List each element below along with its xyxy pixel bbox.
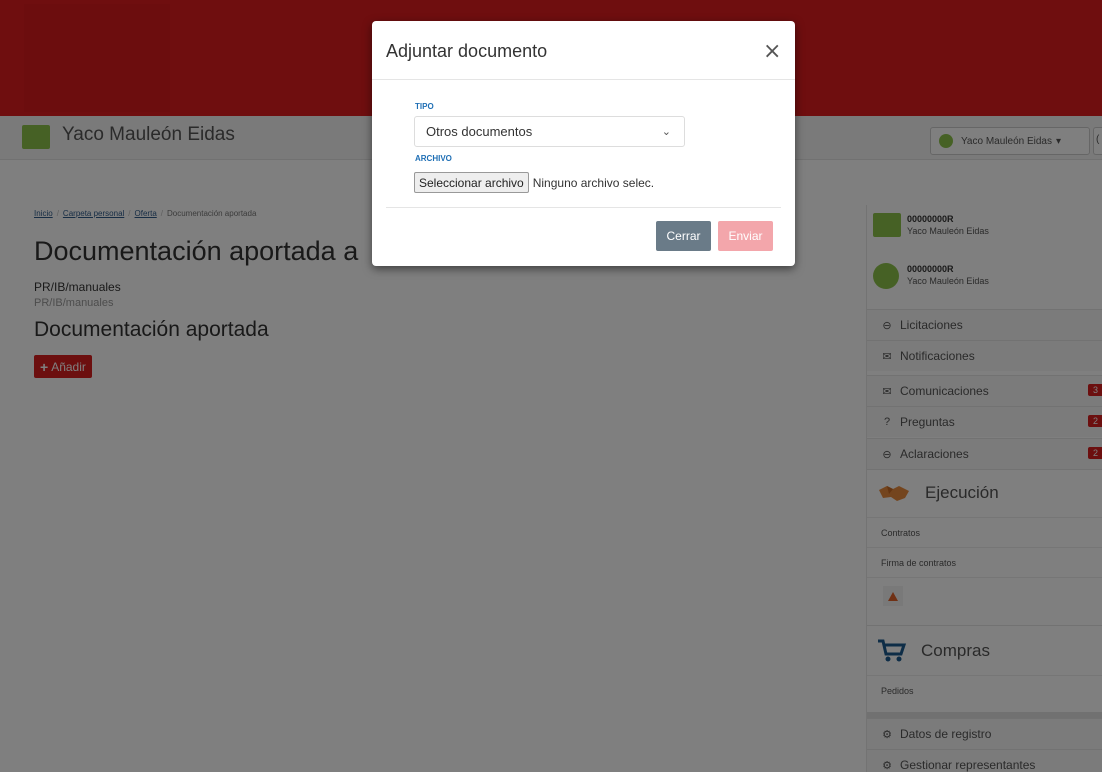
- chevron-down-icon: ⌄: [661, 126, 671, 138]
- tipo-label: TIPO: [415, 102, 434, 111]
- modal-divider: [386, 207, 781, 208]
- file-status: Ninguno archivo selec.: [532, 175, 655, 190]
- file-input[interactable]: Seleccionar archivo Ninguno archivo sele…: [414, 172, 654, 193]
- attach-document-dialog: Adjuntar documento × TIPO Otros document…: [372, 21, 795, 266]
- choose-file-button[interactable]: Seleccionar archivo: [414, 172, 529, 193]
- submit-button[interactable]: Enviar: [718, 221, 773, 251]
- tipo-selected-value: Otros documentos: [426, 124, 533, 139]
- tipo-select[interactable]: Otros documentos ⌄: [414, 116, 685, 147]
- archivo-label: ARCHIVO: [415, 154, 452, 163]
- modal-title: Adjuntar documento: [386, 41, 548, 61]
- cancel-button[interactable]: Cerrar: [656, 221, 711, 251]
- modal-header: Adjuntar documento ×: [372, 21, 795, 80]
- close-icon[interactable]: ×: [763, 41, 781, 63]
